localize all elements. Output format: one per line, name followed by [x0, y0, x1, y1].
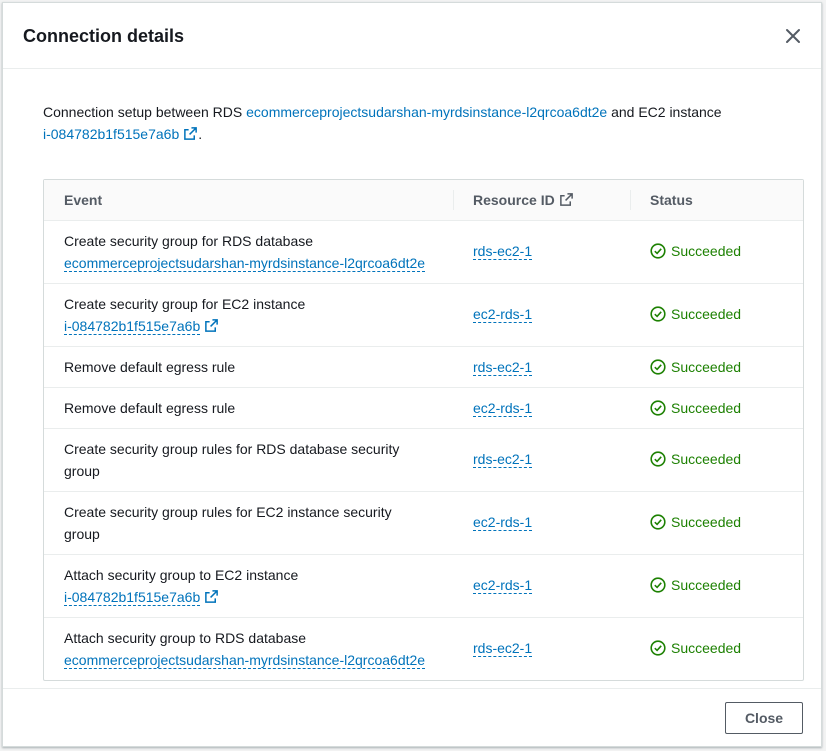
column-header-status: Status — [650, 192, 693, 208]
success-check-icon — [650, 306, 666, 322]
event-text: Attach security group to RDS database — [64, 630, 307, 646]
status-cell: Succeeded — [650, 400, 741, 416]
close-button[interactable]: Close — [725, 702, 803, 734]
event-resource-link[interactable]: i-084782b1f515e7a6b — [64, 318, 219, 335]
connection-details-modal: Connection details Connection setup betw… — [2, 2, 822, 747]
status-text: Succeeded — [671, 359, 742, 375]
event-text: Create security group rules for RDS data… — [64, 441, 400, 479]
success-check-icon — [650, 400, 666, 416]
resource-id-link[interactable]: ec2-rds-1 — [473, 514, 533, 531]
event-cell: Create security group rules for EC2 inst… — [64, 501, 414, 545]
success-check-icon — [650, 359, 666, 375]
intro-suffix: . — [198, 126, 203, 142]
connection-intro: Connection setup between RDS ecommercepr… — [43, 101, 783, 145]
rds-instance-link[interactable]: ecommerceprojectsudarshan-myrdsinstance-… — [246, 104, 607, 120]
resource-id-link[interactable]: rds-ec2-1 — [473, 640, 533, 657]
table-row: Remove default egress rule rds-ec2-1 Suc… — [44, 347, 803, 388]
ec2-instance-link-label: i-084782b1f515e7a6b — [43, 126, 180, 142]
modal-title: Connection details — [23, 26, 185, 46]
event-cell: Remove default egress rule — [64, 356, 434, 378]
events-table: Event Resource ID Status Create security… — [43, 179, 804, 681]
resource-id-link[interactable]: rds-ec2-1 — [473, 359, 533, 376]
event-resource-link[interactable]: ecommerceprojectsudarshan-myrdsinstance-… — [64, 255, 426, 272]
status-text: Succeeded — [671, 306, 742, 322]
event-text: Create security group rules for EC2 inst… — [64, 504, 392, 542]
table-header: Event Resource ID Status — [44, 180, 803, 221]
success-check-icon — [650, 451, 666, 467]
success-check-icon — [650, 577, 666, 593]
status-text: Succeeded — [671, 243, 742, 259]
event-cell: Attach security group to EC2 instance i-… — [64, 564, 434, 608]
column-divider — [630, 190, 631, 210]
event-cell: Attach security group to RDS database ec… — [64, 627, 434, 671]
external-link-icon — [205, 319, 219, 332]
column-header-resource-id: Resource ID — [473, 192, 574, 208]
event-cell: Remove default egress rule — [64, 397, 434, 419]
event-text: Attach security group to EC2 instance — [64, 567, 299, 583]
external-link-icon — [184, 127, 198, 140]
status-text: Succeeded — [671, 640, 742, 656]
table-row: Create security group rules for RDS data… — [44, 429, 803, 492]
column-header-event: Event — [64, 192, 103, 208]
table-row: Remove default egress rule ec2-rds-1 Suc… — [44, 388, 803, 429]
event-text: Remove default egress rule — [64, 359, 236, 375]
table-row: Create security group for RDS database e… — [44, 221, 803, 284]
modal-header: Connection details — [3, 3, 821, 69]
close-icon[interactable] — [783, 26, 803, 46]
event-cell: Create security group for EC2 instance i… — [64, 293, 434, 337]
event-cell: Create security group rules for RDS data… — [64, 438, 414, 482]
success-check-icon — [650, 640, 666, 656]
event-cell: Create security group for RDS database e… — [64, 230, 434, 274]
external-link-icon — [559, 193, 573, 206]
external-link-icon — [205, 590, 219, 603]
status-cell: Succeeded — [650, 514, 741, 530]
modal-footer: Close — [3, 688, 821, 746]
status-cell: Succeeded — [650, 359, 741, 375]
table-row: Attach security group to RDS database ec… — [44, 618, 803, 680]
table-row: Attach security group to EC2 instance i-… — [44, 555, 803, 618]
success-check-icon — [650, 243, 666, 259]
event-resource-link[interactable]: i-084782b1f515e7a6b — [64, 589, 219, 606]
status-cell: Succeeded — [650, 577, 741, 593]
resource-id-link[interactable]: ec2-rds-1 — [473, 577, 533, 594]
status-cell: Succeeded — [650, 451, 741, 467]
status-cell: Succeeded — [650, 243, 741, 259]
status-text: Succeeded — [671, 400, 742, 416]
resource-id-link[interactable]: rds-ec2-1 — [473, 243, 533, 260]
event-text: Create security group for RDS database — [64, 233, 314, 249]
resource-id-link[interactable]: ec2-rds-1 — [473, 306, 533, 323]
ec2-instance-link[interactable]: i-084782b1f515e7a6b — [43, 126, 198, 142]
status-text: Succeeded — [671, 577, 742, 593]
table-row: Create security group rules for EC2 inst… — [44, 492, 803, 555]
column-divider — [453, 190, 454, 210]
status-cell: Succeeded — [650, 306, 741, 322]
resource-id-link[interactable]: rds-ec2-1 — [473, 451, 533, 468]
intro-prefix: Connection setup between RDS — [43, 104, 247, 120]
resource-id-link[interactable]: ec2-rds-1 — [473, 400, 533, 417]
status-cell: Succeeded — [650, 640, 741, 656]
event-text: Create security group for EC2 instance — [64, 296, 306, 312]
table-row: Create security group for EC2 instance i… — [44, 284, 803, 347]
event-text: Remove default egress rule — [64, 400, 236, 416]
intro-middle: and EC2 instance — [607, 104, 722, 120]
success-check-icon — [650, 514, 666, 530]
status-text: Succeeded — [671, 514, 742, 530]
event-resource-link[interactable]: ecommerceprojectsudarshan-myrdsinstance-… — [64, 652, 426, 669]
status-text: Succeeded — [671, 451, 742, 467]
